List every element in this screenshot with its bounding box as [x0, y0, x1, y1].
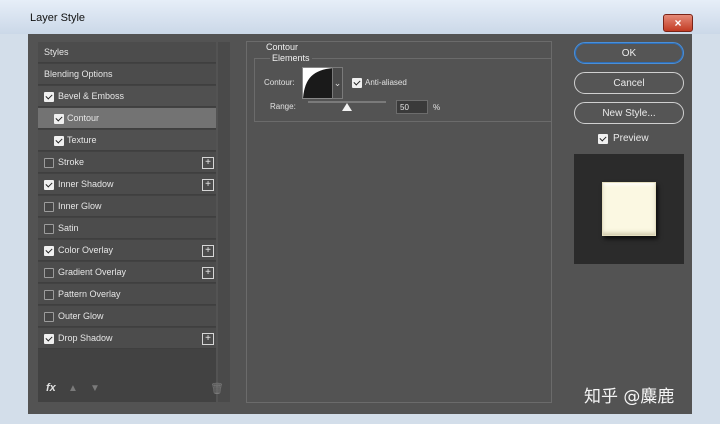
contour-group-title: Contour — [264, 42, 301, 52]
style-checkbox[interactable] — [44, 158, 54, 168]
style-checkbox[interactable] — [44, 202, 54, 212]
style-item-stroke[interactable]: Stroke + — [38, 152, 216, 173]
style-checkbox[interactable] — [54, 114, 64, 124]
style-item-color-overlay[interactable]: Color Overlay + — [38, 240, 216, 261]
style-checkbox[interactable] — [44, 334, 54, 344]
range-unit: % — [433, 103, 441, 112]
cancel-button[interactable]: Cancel — [574, 72, 684, 94]
range-slider-thumb[interactable] — [342, 103, 352, 111]
window-frame-right — [692, 34, 720, 424]
contour-picker[interactable] — [302, 67, 334, 99]
style-checkbox[interactable] — [44, 312, 54, 322]
window-frame-left — [0, 34, 28, 424]
add-instance-icon[interactable]: + — [202, 245, 214, 257]
style-item-label: Gradient Overlay — [58, 267, 127, 277]
style-item-label: Contour — [67, 113, 100, 123]
anti-aliased-label: Anti-aliased — [365, 78, 407, 87]
styles-list: Styles Blending Options Bevel & Emboss Cont… — [38, 42, 216, 402]
arrow-up-icon[interactable]: ▲ — [68, 383, 78, 394]
style-checkbox[interactable] — [44, 268, 54, 278]
style-item-label: Blending Options — [44, 69, 113, 79]
style-item-bevel-emboss[interactable]: Bevel & Emboss — [38, 86, 216, 107]
range-input[interactable]: 50 — [396, 100, 428, 114]
chevron-down-icon[interactable]: ⌄ — [332, 67, 343, 99]
style-item-label: Pattern Overlay — [58, 289, 121, 299]
style-item-drop-shadow[interactable]: Drop Shadow + — [38, 328, 216, 349]
style-item-styles[interactable]: Styles — [38, 42, 216, 63]
preview-checkbox[interactable] — [598, 134, 608, 144]
window-frame-bottom — [0, 414, 720, 424]
style-item-label: Satin — [58, 223, 79, 233]
styles-list-footer: fx ▲ ▼ 🗑 — [38, 378, 224, 402]
title-bar[interactable]: Layer Style × — [0, 0, 720, 35]
preview-thumbnail — [574, 154, 684, 264]
style-item-label: Styles — [44, 47, 69, 57]
style-checkbox[interactable] — [44, 290, 54, 300]
ok-button[interactable]: OK — [574, 42, 684, 64]
range-label: Range: — [270, 102, 296, 111]
contour-curve-icon — [303, 68, 333, 98]
style-item-gradient-overlay[interactable]: Gradient Overlay + — [38, 262, 216, 283]
style-checkbox[interactable] — [44, 180, 54, 190]
dialog-content: Styles Blending Options Bevel & Emboss Cont… — [28, 34, 692, 414]
style-item-pattern-overlay[interactable]: Pattern Overlay — [38, 284, 216, 305]
styles-list-scrollbar[interactable] — [218, 42, 230, 402]
watermark: 知乎 @麋鹿 — [584, 387, 675, 407]
style-item-label: Color Overlay — [58, 245, 114, 255]
style-item-label: Stroke — [58, 157, 85, 167]
close-button[interactable]: × — [663, 14, 693, 32]
style-checkbox[interactable] — [44, 92, 54, 102]
dialog-title: Layer Style — [30, 12, 86, 24]
fx-menu-button[interactable]: fx — [46, 382, 56, 394]
style-item-contour[interactable]: Contour — [38, 108, 216, 129]
add-instance-icon[interactable]: + — [202, 333, 214, 345]
style-item-label: Outer Glow — [58, 311, 104, 321]
style-item-label: Drop Shadow — [58, 333, 113, 343]
style-item-label: Inner Shadow — [58, 179, 114, 189]
arrow-down-icon[interactable]: ▼ — [90, 383, 100, 394]
style-item-inner-shadow[interactable]: Inner Shadow + — [38, 174, 216, 195]
style-checkbox[interactable] — [44, 224, 54, 234]
add-instance-icon[interactable]: + — [202, 179, 214, 191]
add-instance-icon[interactable]: + — [202, 267, 214, 279]
style-checkbox[interactable] — [44, 246, 54, 256]
new-style-button[interactable]: New Style... — [574, 102, 684, 124]
style-checkbox[interactable] — [54, 136, 64, 146]
style-item-label: Texture — [67, 135, 97, 145]
style-item-label: Inner Glow — [58, 201, 102, 211]
elements-title: Elements — [270, 53, 312, 63]
anti-aliased-checkbox[interactable] — [352, 78, 362, 88]
trash-icon[interactable]: 🗑 — [210, 382, 224, 395]
style-item-blending-options[interactable]: Blending Options — [38, 64, 216, 85]
style-item-outer-glow[interactable]: Outer Glow — [38, 306, 216, 327]
style-item-inner-glow[interactable]: Inner Glow — [38, 196, 216, 217]
contour-label: Contour: — [264, 78, 295, 87]
style-item-label: Bevel & Emboss — [58, 91, 125, 101]
layer-style-dialog: Layer Style × Styles Blending Options Beve… — [0, 0, 720, 424]
style-item-satin[interactable]: Satin — [38, 218, 216, 239]
add-instance-icon[interactable]: + — [202, 157, 214, 169]
preview-swatch — [602, 182, 656, 236]
style-item-texture[interactable]: Texture — [38, 130, 216, 151]
preview-label: Preview — [613, 133, 649, 144]
